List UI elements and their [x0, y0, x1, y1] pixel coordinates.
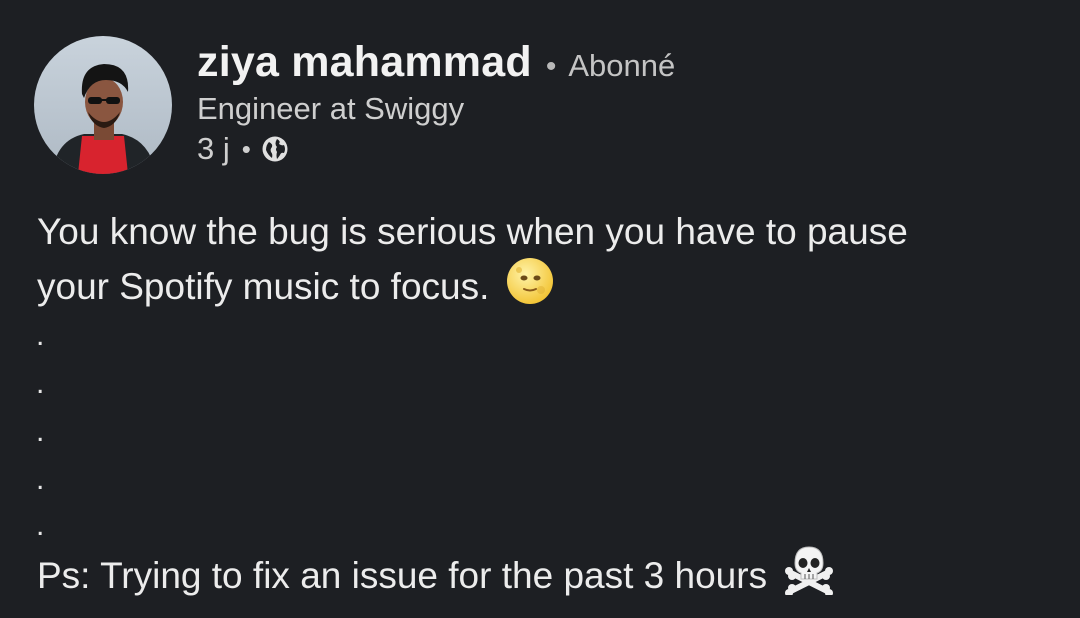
- post-line: You know the bug is serious when you hav…: [37, 211, 908, 252]
- author-info: ziya mahammad • Abonné Engineer at Swigg…: [197, 38, 675, 167]
- dot-line: .: [36, 415, 45, 448]
- author-headline: Engineer at Swiggy: [197, 91, 465, 126]
- skull-crossbones-icon: [783, 543, 835, 609]
- name-row: ziya mahammad • Abonné: [197, 38, 675, 87]
- post-line: your Spotify music to focus.: [37, 256, 1047, 318]
- separator-dot: •: [545, 50, 557, 83]
- dot-line: .: [36, 509, 45, 542]
- post-line-text: your Spotify music to focus.: [37, 266, 490, 307]
- post-time: 3 j: [197, 131, 230, 166]
- post-ps-line: Ps: Trying to fix an issue for the past …: [37, 543, 835, 609]
- ps-text: Ps: Trying to fix an issue for the past …: [37, 555, 768, 596]
- avatar[interactable]: [34, 36, 172, 174]
- globe-icon: [262, 136, 288, 162]
- separator-dot: •: [241, 133, 251, 164]
- dot-line: .: [36, 463, 45, 496]
- avatar-photo-icon: [34, 36, 172, 174]
- author-name[interactable]: ziya mahammad: [197, 38, 532, 87]
- follow-status[interactable]: Abonné: [568, 48, 675, 84]
- dot-line: .: [36, 367, 45, 400]
- moon-face-icon: [505, 256, 555, 318]
- post-text: You know the bug is serious when you hav…: [37, 208, 1047, 318]
- dot-line: .: [36, 319, 45, 352]
- post-meta: 3 j •: [197, 131, 675, 167]
- feed-post: ziya mahammad • Abonné Engineer at Swigg…: [0, 0, 1080, 618]
